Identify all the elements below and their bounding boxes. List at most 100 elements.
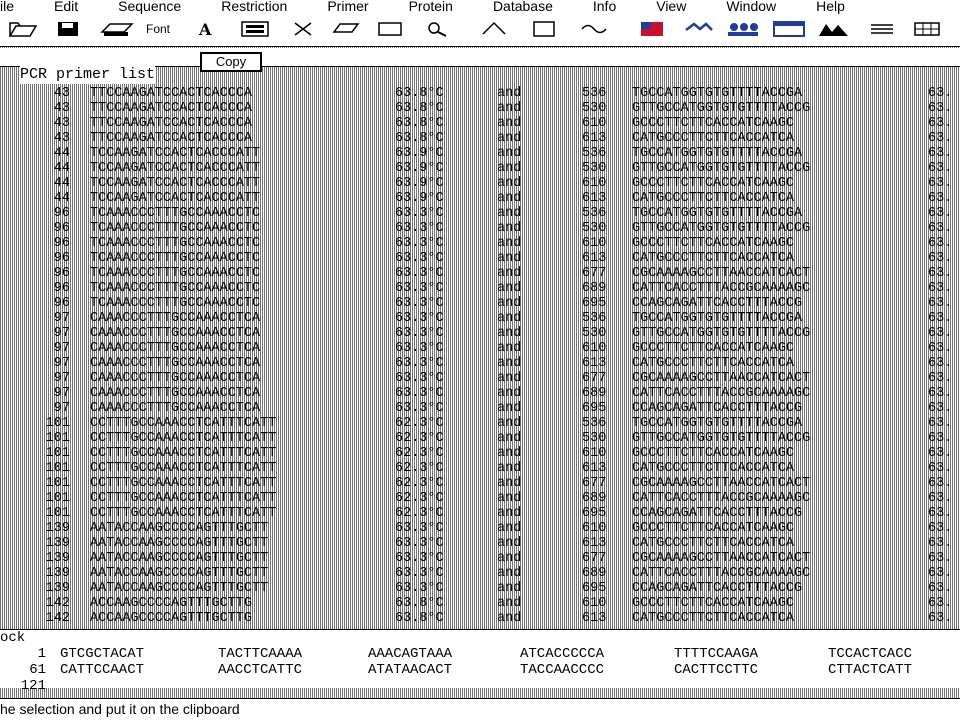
primer-and: and — [497, 131, 522, 146]
search-icon[interactable] — [424, 20, 450, 38]
primer-row[interactable]: 44 TCCAAGATCCACTCACCCATT 63.9°C and 536 TGCCA… — [0, 146, 960, 161]
primer-row[interactable]: 43 TTCCAAGATCCACTCACCCA 63.8°C and 613 CATGCC… — [0, 131, 960, 146]
flag-icon[interactable] — [638, 20, 666, 38]
bird-icon[interactable] — [684, 20, 714, 38]
primer-row[interactable]: 97 CAAACCCTTTGCCAAACCTCA 63.3°C and 677 CGCAA… — [0, 371, 960, 386]
primer-row[interactable]: 139 AATACCAAGCCCCAGTTTGCTT 63.3°C and 677 CGC… — [0, 551, 960, 566]
tools-icon[interactable] — [480, 20, 508, 38]
primer-and: and — [497, 596, 522, 611]
primer-row[interactable]: 97 CAAACCCTTTGCCAAACCTCA 63.3°C and 695 CCAGC… — [0, 401, 960, 416]
font-button[interactable]: Font — [146, 20, 170, 38]
primer-row[interactable]: 101 CCTTTGCCAAACCTCATTTCATT 62.3°C and 695 CC… — [0, 506, 960, 521]
primer-row[interactable]: 97 CAAACCCTTTGCCAAACCTCA 63.3°C and 689 CATTC… — [0, 386, 960, 401]
menu-item[interactable]: Primer — [327, 0, 368, 16]
window-icon[interactable] — [772, 20, 806, 38]
primer-row[interactable]: 96 TCAAACCCTTTGCCAAACCTC 63.3°C and 530 GTTGC… — [0, 221, 960, 236]
print-icon[interactable] — [100, 20, 134, 38]
primer-seq2: CGCAAAAGCCTTAACCATCACT — [632, 551, 811, 566]
primer-row[interactable]: 96 TCAAACCCTTTGCCAAACCTC 63.3°C and 695 CCAGC… — [0, 296, 960, 311]
primer-pos2: 610 — [582, 176, 607, 191]
people-icon[interactable] — [726, 20, 760, 38]
primer-row[interactable]: 101 CCTTTGCCAAACCTCATTTCATT 62.3°C and 610 GC… — [0, 446, 960, 461]
primer-row[interactable]: 101 CCTTTGCCAAACCTCATTTCATT 62.3°C and 530 GT… — [0, 431, 960, 446]
mountains-icon[interactable] — [818, 20, 850, 38]
cut-icon[interactable] — [292, 20, 314, 38]
sequence-block[interactable]: TTTTCCAAGA — [674, 646, 758, 662]
primer-row[interactable]: 101 CCTTTGCCAAACCTCATTTCATT 62.3°C and 536 TG… — [0, 416, 960, 431]
primer-tm: 62.3°C — [395, 446, 444, 461]
primer-row[interactable]: 96 TCAAACCCTTTGCCAAACCTC 63.3°C and 613 CATGC… — [0, 251, 960, 266]
grid-icon[interactable] — [912, 20, 942, 38]
menu-item[interactable]: Sequence — [118, 0, 181, 16]
primer-row[interactable]: 43 TTCCAAGATCCACTCACCCA 63.8°C and 530 GTTGCC… — [0, 101, 960, 116]
font-icon[interactable]: A — [196, 20, 222, 38]
primer-row[interactable]: 97 CAAACCCTTTGCCAAACCTCA 63.3°C and 536 TGCCA… — [0, 311, 960, 326]
menu-item[interactable]: Protein — [409, 0, 453, 16]
primer-pos2: 613 — [582, 536, 607, 551]
primer-pos2: 677 — [582, 476, 607, 491]
menu-item[interactable]: Edit — [54, 0, 78, 16]
primer-row[interactable]: 139 AATACCAAGCCCCAGTTTGCTT 63.3°C and 695 CCA… — [0, 581, 960, 596]
primer-row[interactable]: 101 CCTTTGCCAAACCTCATTTCATT 62.3°C and 677 CG… — [0, 476, 960, 491]
primer-row[interactable]: 44 TCCAAGATCCACTCACCCATT 63.9°C and 530 GTTGC… — [0, 161, 960, 176]
menu-item[interactable]: ile — [0, 0, 14, 16]
sequence-block[interactable]: CTTACTCATT — [828, 662, 912, 678]
primer-row[interactable]: 139 AATACCAAGCCCCAGTTTGCTT 63.3°C and 689 CAT… — [0, 566, 960, 581]
menu-item[interactable]: Help — [816, 0, 845, 16]
primer-pos: 96 — [53, 281, 70, 296]
primer-row[interactable]: 96 TCAAACCCTTTGCCAAACCTC 63.3°C and 677 CGCAA… — [0, 266, 960, 281]
menu-item[interactable]: View — [656, 0, 686, 16]
primer-pos2: 530 — [582, 101, 607, 116]
menu-item[interactable]: Database — [493, 0, 553, 16]
sequence-block[interactable]: AACCTCATTC — [218, 662, 302, 678]
sequence-block[interactable]: TACTTCAAAA — [218, 646, 302, 662]
primer-tm2: 63. — [928, 431, 953, 446]
primer-tm: 63.8°C — [395, 116, 444, 131]
primer-row[interactable]: 97 CAAACCCTTTGCCAAACCTCA 63.3°C and 610 GCCCT… — [0, 341, 960, 356]
lines-icon[interactable] — [868, 20, 896, 38]
primer-row[interactable]: 43 TTCCAAGATCCACTCACCCA 63.8°C and 610 GCCCTT… — [0, 116, 960, 131]
sequence-block[interactable]: TCCACTCACC — [828, 646, 912, 662]
copy-button[interactable]: Copy — [200, 52, 262, 72]
menu-item[interactable]: Window — [726, 0, 776, 16]
primer-and: and — [497, 491, 522, 506]
sequence-block[interactable]: TACCAACCCC — [520, 662, 604, 678]
primer-row[interactable]: 142 ACCAAGCCCCAGTTTGCTTG 63.8°C and 610 GCCCT… — [0, 596, 960, 611]
primer-row[interactable]: 44 TCCAAGATCCACTCACCCATT 63.9°C and 613 CATGC… — [0, 191, 960, 206]
primer-row[interactable]: 139 AATACCAAGCCCCAGTTTGCTT 63.3°C and 613 CAT… — [0, 536, 960, 551]
primer-seq: TTCCAAGATCCACTCACCCA — [90, 86, 253, 101]
save-disk-icon[interactable] — [56, 20, 80, 38]
sequence-block[interactable]: ATATAACACT — [368, 662, 452, 678]
primer-row[interactable]: 97 CAAACCCTTTGCCAAACCTCA 63.3°C and 613 CATGC… — [0, 356, 960, 371]
primer-row[interactable]: 142 ACCAAGCCCCAGTTTGCTTG 63.8°C and 613 CATGC… — [0, 611, 960, 626]
copy-icon[interactable] — [332, 20, 360, 38]
primer-row[interactable]: 97 CAAACCCTTTGCCAAACCTCA 63.3°C and 530 GTTGC… — [0, 326, 960, 341]
primer-row[interactable]: 96 TCAAACCCTTTGCCAAACCTC 63.3°C and 689 CATTC… — [0, 281, 960, 296]
menu-item[interactable]: Info — [593, 0, 616, 16]
paste-icon[interactable] — [376, 20, 404, 38]
primer-row[interactable]: 96 TCAAACCCTTTGCCAAACCTC 63.3°C and 536 TGCCA… — [0, 206, 960, 221]
primer-tm2: 63. — [928, 551, 953, 566]
document-icon[interactable] — [530, 20, 558, 38]
clipboard-icon[interactable] — [240, 20, 270, 38]
sequence-view-label: ock — [0, 630, 26, 646]
primer-row[interactable]: 44 TCCAAGATCCACTCACCCATT 63.9°C and 610 GCCCT… — [0, 176, 960, 191]
window-title-bar[interactable] — [0, 48, 960, 67]
primer-row[interactable]: 101 CCTTTGCCAAACCTCATTTCATT 62.3°C and 613 CA… — [0, 461, 960, 476]
primer-row[interactable]: 101 CCTTTGCCAAACCTCATTTCATT 62.3°C and 689 CA… — [0, 491, 960, 506]
sequence-block[interactable]: CATTCCAACT — [60, 662, 144, 678]
primer-row[interactable]: 96 TCAAACCCTTTGCCAAACCTC 63.3°C and 610 GCCCT… — [0, 236, 960, 251]
primer-tm2: 63. — [928, 341, 953, 356]
sequence-block[interactable]: GTCGCTACAT — [60, 646, 144, 662]
sequence-block[interactable]: CACTTCCTTC — [674, 662, 758, 678]
menu-item[interactable]: Restriction — [221, 0, 287, 16]
open-folder-icon[interactable] — [8, 20, 38, 38]
primer-tm2: 63. — [928, 521, 953, 536]
primer-row[interactable]: 139 AATACCAAGCCCCAGTTTGCTT 63.3°C and 610 GCC… — [0, 521, 960, 536]
primer-row[interactable]: 43 TTCCAAGATCCACTCACCCA 63.8°C and 536 TGCCAT… — [0, 86, 960, 101]
primer-and: and — [497, 446, 522, 461]
primer-tm: 62.3°C — [395, 461, 444, 476]
sequence-block[interactable]: AAACAGTAAA — [368, 646, 452, 662]
sequence-block[interactable]: ATCACCCCCA — [520, 646, 604, 662]
sequence-icon[interactable] — [580, 20, 608, 38]
